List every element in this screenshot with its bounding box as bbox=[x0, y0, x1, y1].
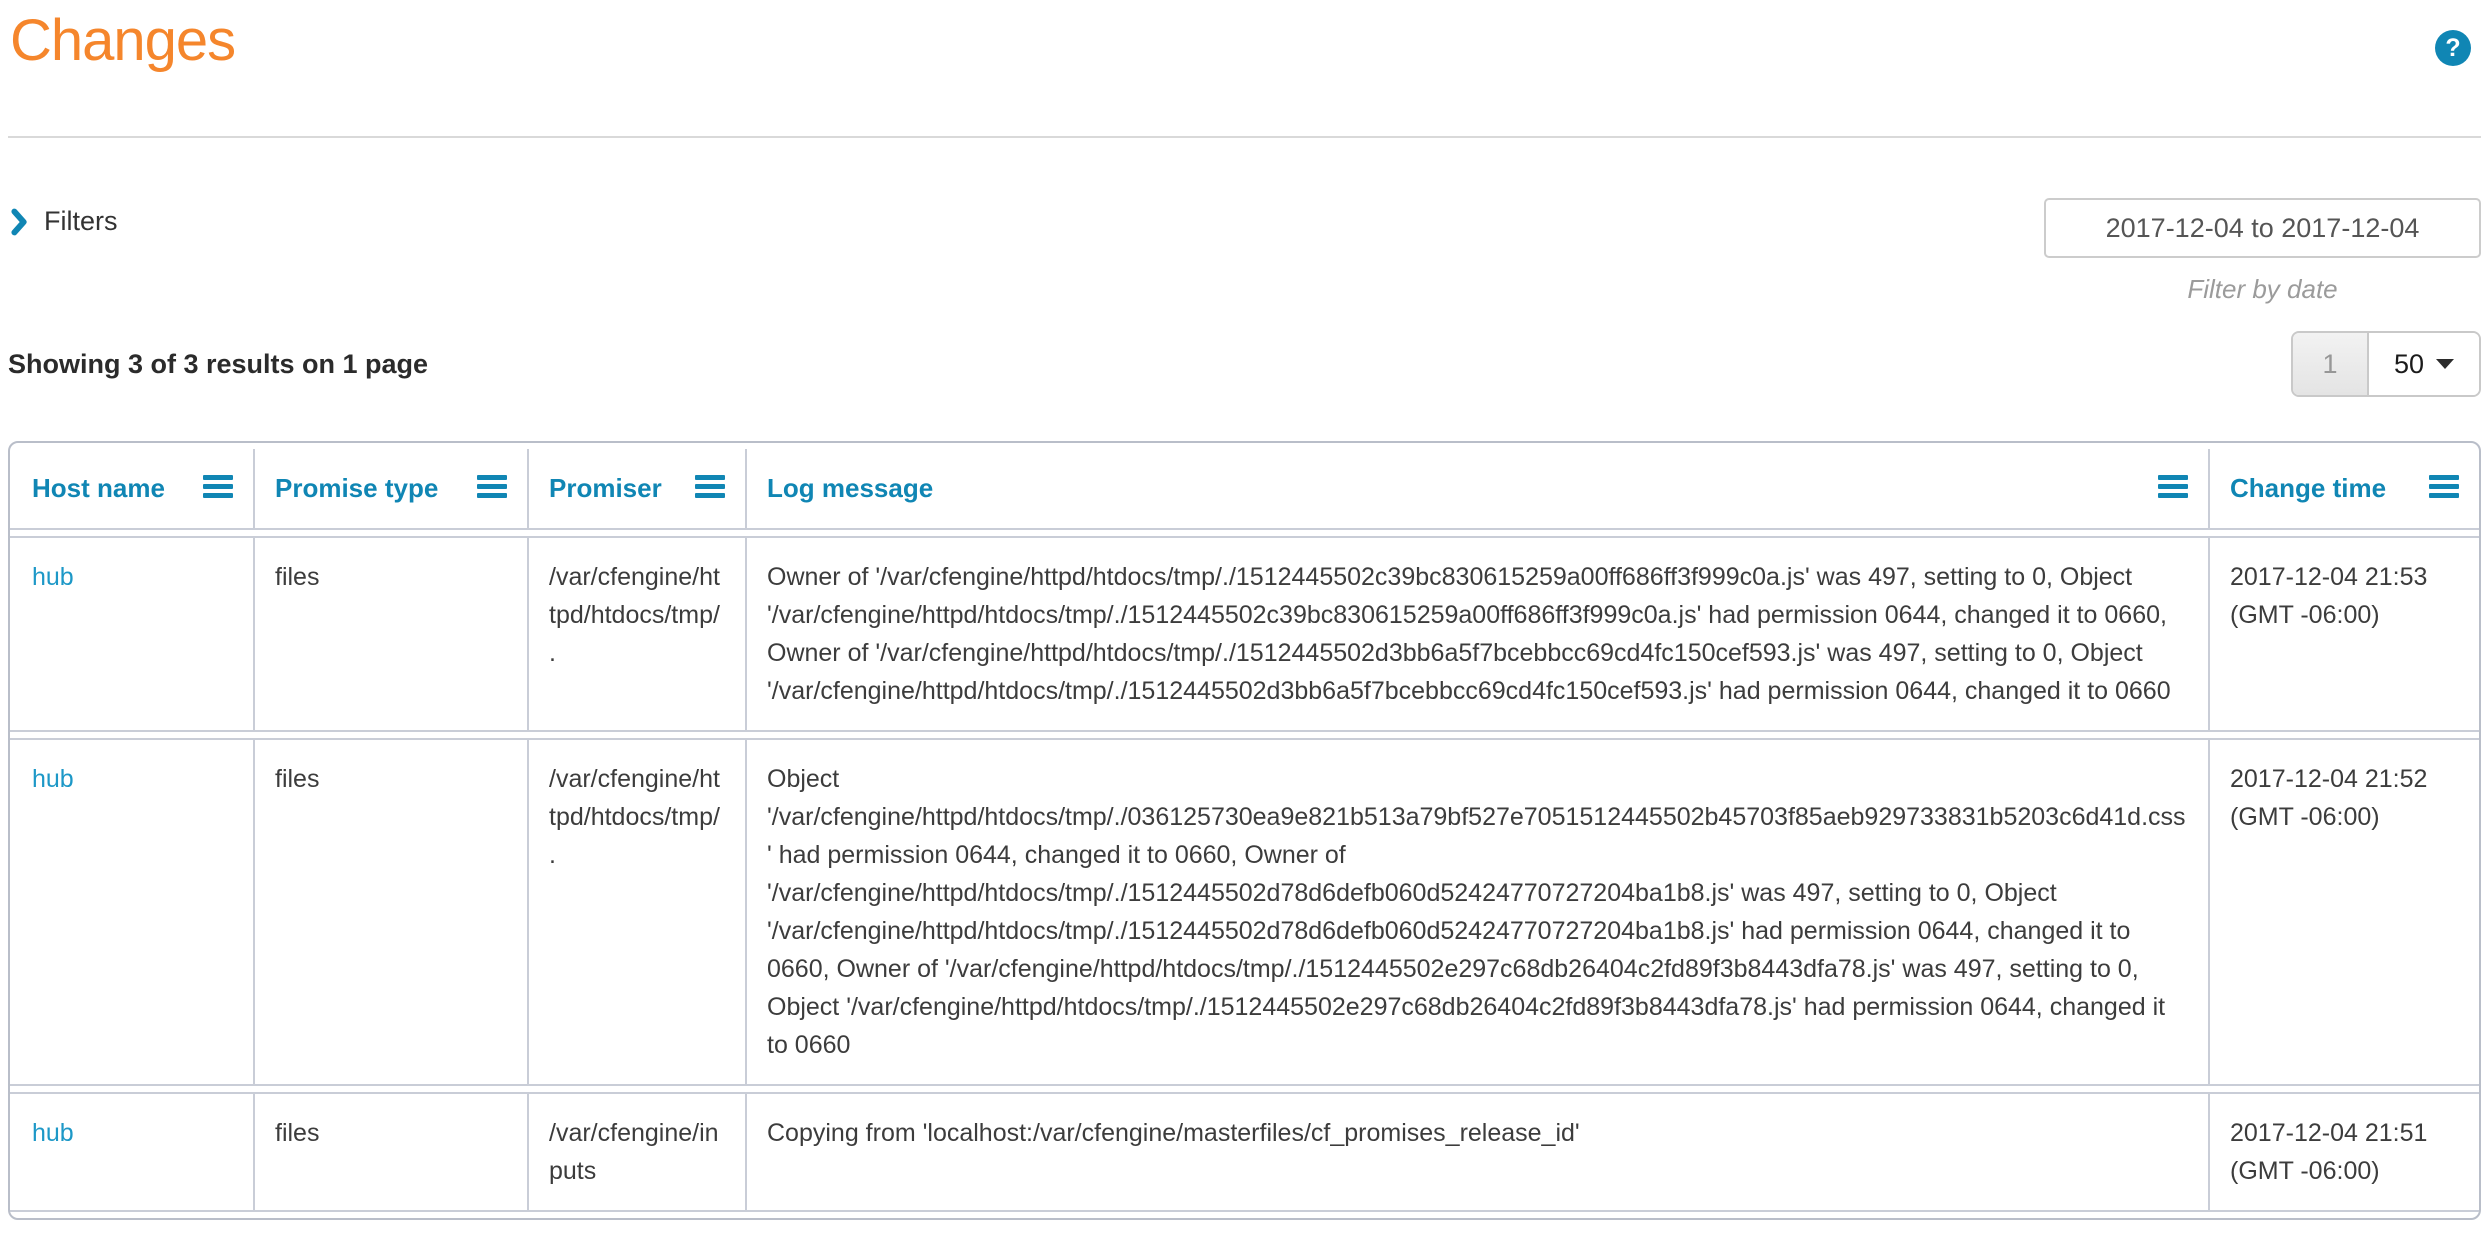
promise-type-cell: files bbox=[255, 1092, 529, 1212]
log-message-cell: Copying from 'localhost:/var/cfengine/ma… bbox=[747, 1092, 2210, 1212]
changes-table: Host name Promise type bbox=[8, 441, 2481, 1220]
menu-icon[interactable] bbox=[2158, 474, 2188, 503]
menu-icon[interactable] bbox=[695, 474, 725, 503]
log-message-cell: Object '/var/cfengine/httpd/htdocs/tmp/.… bbox=[747, 738, 2210, 1086]
filters-row: Filters Filter by date bbox=[8, 198, 2481, 305]
column-header-promiser[interactable]: Promiser bbox=[529, 449, 747, 530]
promiser-cell: /var/cfengine/httpd/htdocs/tmp/. bbox=[529, 738, 747, 1086]
page-title: Changes bbox=[10, 6, 2481, 76]
host-link[interactable]: hub bbox=[32, 1119, 74, 1147]
change-time-cell: 2017-12-04 21:52 (GMT -06:00) bbox=[2210, 738, 2479, 1086]
filters-label: Filters bbox=[44, 206, 118, 237]
date-filter: Filter by date bbox=[2044, 198, 2481, 305]
chevron-right-icon bbox=[10, 208, 28, 236]
column-header-promise-type[interactable]: Promise type bbox=[255, 449, 529, 530]
promiser-cell: /var/cfengine/inputs bbox=[529, 1092, 747, 1212]
results-row: Showing 3 of 3 results on 1 page 1 50 bbox=[8, 331, 2481, 397]
table-row: hub files /var/cfengine/httpd/htdocs/tmp… bbox=[10, 536, 2479, 732]
menu-icon[interactable] bbox=[477, 474, 507, 503]
menu-icon[interactable] bbox=[203, 474, 233, 503]
change-time-cell: 2017-12-04 21:53 (GMT -06:00) bbox=[2210, 536, 2479, 732]
question-mark-icon[interactable]: ? bbox=[2435, 30, 2471, 66]
column-header-change-time[interactable]: Change time bbox=[2210, 449, 2479, 530]
host-name-cell: hub bbox=[10, 1092, 255, 1212]
pagination: 1 50 bbox=[2291, 331, 2481, 397]
date-filter-hint: Filter by date bbox=[2044, 274, 2481, 305]
promise-type-cell: files bbox=[255, 536, 529, 732]
menu-icon[interactable] bbox=[2429, 474, 2459, 503]
caret-down-icon bbox=[2436, 359, 2454, 369]
host-link[interactable]: hub bbox=[32, 765, 74, 793]
results-summary: Showing 3 of 3 results on 1 page bbox=[8, 349, 428, 380]
date-range-input[interactable] bbox=[2044, 198, 2481, 258]
column-header-log-message[interactable]: Log message bbox=[747, 449, 2210, 530]
host-name-cell: hub bbox=[10, 738, 255, 1086]
table-header-row: Host name Promise type bbox=[10, 449, 2479, 530]
page-header: Changes ? bbox=[8, 0, 2481, 76]
host-link[interactable]: hub bbox=[32, 563, 74, 591]
page-number-button[interactable]: 1 bbox=[2293, 333, 2369, 395]
promise-type-cell: files bbox=[255, 738, 529, 1086]
promiser-cell: /var/cfengine/httpd/htdocs/tmp/. bbox=[529, 536, 747, 732]
host-name-cell: hub bbox=[10, 536, 255, 732]
column-header-host-name[interactable]: Host name bbox=[10, 449, 255, 530]
table-row: hub files /var/cfengine/inputs Copying f… bbox=[10, 1092, 2479, 1212]
changes-page: Changes ? Filters Filter by date Showing… bbox=[0, 0, 2489, 1220]
log-message-cell: Owner of '/var/cfengine/httpd/htdocs/tmp… bbox=[747, 536, 2210, 732]
page-size-value: 50 bbox=[2394, 349, 2424, 380]
change-time-cell: 2017-12-04 21:51 (GMT -06:00) bbox=[2210, 1092, 2479, 1212]
page-size-dropdown[interactable]: 50 bbox=[2369, 333, 2479, 395]
table-row: hub files /var/cfengine/httpd/htdocs/tmp… bbox=[10, 738, 2479, 1086]
header-divider bbox=[8, 136, 2481, 138]
filters-toggle[interactable]: Filters bbox=[10, 206, 118, 237]
